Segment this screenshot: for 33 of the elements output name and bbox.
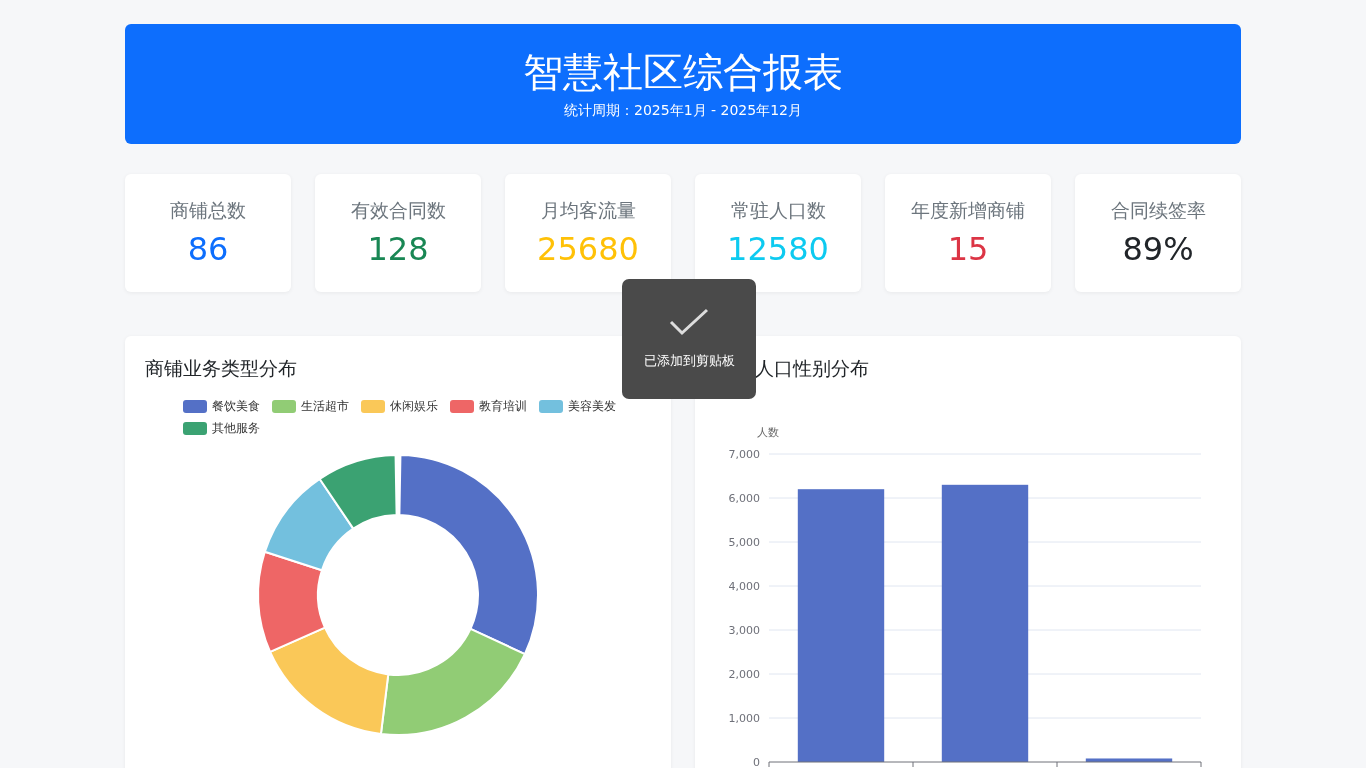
stat-value: 86 xyxy=(187,230,229,268)
report-period: 统计周期：2025年1月 - 2025年12月 xyxy=(564,102,802,120)
report-title: 智慧社区综合报表 xyxy=(523,48,843,96)
axis-tick-label: 1,000 xyxy=(728,712,760,725)
axis-tick-label: 4,000 xyxy=(728,580,760,593)
legend-label: 餐饮美食 xyxy=(212,398,260,415)
stat-label: 月均客流量 xyxy=(540,198,636,223)
chart-title: 商铺业务类型分布 xyxy=(145,356,297,381)
legend-label: 美容美发 xyxy=(568,398,616,415)
legend-label: 其他服务 xyxy=(212,420,260,437)
chart-title: 人口性别分布 xyxy=(755,356,869,381)
stat-label: 有效合同数 xyxy=(350,198,446,223)
legend-label: 生活超市 xyxy=(301,398,349,415)
toast-message: 已添加到剪贴板 xyxy=(643,352,735,370)
stat-label: 合同续签率 xyxy=(1110,198,1206,223)
legend-label: 休闲娱乐 xyxy=(390,398,438,415)
axis-title: 人数 xyxy=(757,426,779,439)
axis-tick-label: 0 xyxy=(753,756,760,768)
legend-label: 教育培训 xyxy=(479,398,527,415)
axis-tick-label: 5,000 xyxy=(728,536,760,549)
stat-value: 128 xyxy=(367,230,429,268)
stat-value: 25680 xyxy=(537,230,639,268)
stat-value: 12580 xyxy=(727,230,829,268)
stat-label: 商铺总数 xyxy=(170,198,246,223)
stat-value: 15 xyxy=(947,230,989,268)
axis-tick-label: 3,000 xyxy=(728,624,760,637)
axis-tick-label: 7,000 xyxy=(728,448,760,461)
axis-tick-label: 2,000 xyxy=(728,668,760,681)
stat-label: 年度新增商铺 xyxy=(911,198,1025,223)
check-icon xyxy=(669,308,709,336)
stat-value: 89% xyxy=(1122,230,1194,268)
stat-label: 常驻人口数 xyxy=(730,198,826,223)
axis-tick-label: 6,000 xyxy=(728,492,760,505)
